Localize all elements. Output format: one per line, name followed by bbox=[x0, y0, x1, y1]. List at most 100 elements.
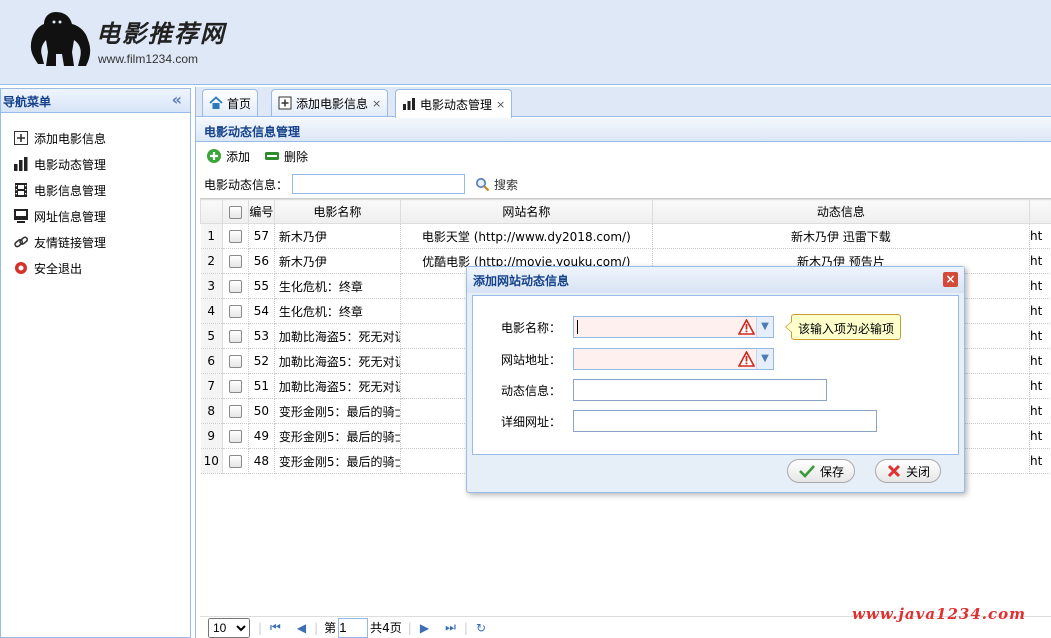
cell-url: ht bbox=[1029, 373, 1051, 399]
cell-id: 56 bbox=[248, 248, 275, 274]
row-select-cell bbox=[222, 223, 249, 249]
cell-id: 51 bbox=[248, 373, 275, 399]
page-size-select[interactable]: 10 bbox=[208, 617, 250, 638]
link-icon bbox=[14, 236, 29, 248]
cell-url: ht bbox=[1029, 348, 1051, 374]
nav-item-label: 电影信息管理 bbox=[34, 183, 107, 198]
nav-item-label: 友情链接管理 bbox=[34, 235, 107, 250]
nav-item-label: 添加电影信息 bbox=[34, 131, 107, 146]
warning-icon bbox=[738, 351, 755, 367]
gorilla-logo-icon bbox=[30, 12, 91, 66]
last-page-icon[interactable]: ⏭ bbox=[445, 620, 456, 635]
monitor-icon bbox=[14, 209, 28, 223]
save-button[interactable]: 保存 bbox=[787, 459, 856, 483]
nav-list: 添加电影信息 电影动态管理 电影信息管理 网址信息管理 友情链接管理 安全退出 bbox=[1, 113, 190, 281]
cell-movie: 新木乃伊 bbox=[274, 248, 401, 274]
prev-page-icon[interactable]: ◀ bbox=[297, 621, 306, 635]
row-checkbox[interactable] bbox=[228, 230, 242, 243]
add-dialog: 添加网站动态信息 × 电影名称： ▼ 该输入项为必输项 网站地址： ▼ 动态信息… bbox=[466, 266, 965, 493]
row-select-cell bbox=[222, 348, 249, 374]
page-number-input[interactable] bbox=[338, 617, 369, 638]
chevron-down-icon[interactable]: ▼ bbox=[756, 317, 773, 337]
table-row[interactable]: 1 57 新木乃伊 电影天堂 (http://www.dy2018.com/) 新木乃伊… bbox=[200, 223, 1051, 249]
search-input[interactable] bbox=[292, 174, 466, 194]
cell-movie: 生化危机：终章 bbox=[274, 273, 401, 299]
minus-icon bbox=[265, 152, 280, 160]
column-header[interactable]: 电影名称 bbox=[273, 199, 401, 224]
site-url-combo[interactable]: ▼ bbox=[573, 348, 774, 370]
row-checkbox[interactable] bbox=[228, 305, 242, 318]
first-page-icon[interactable]: ⏮ bbox=[270, 620, 281, 635]
dialog-title: 添加网站动态信息 bbox=[473, 274, 570, 288]
cell-id: 55 bbox=[248, 273, 275, 299]
row-checkbox[interactable] bbox=[228, 405, 242, 418]
nav-item-movie-news[interactable]: 电影动态管理 bbox=[1, 151, 190, 177]
column-header[interactable]: 动态信息 bbox=[651, 199, 1030, 224]
cell-id: 48 bbox=[248, 448, 275, 474]
collapse-icon[interactable]: « bbox=[172, 90, 182, 109]
delete-button[interactable]: 删除 bbox=[264, 148, 308, 165]
row-checkbox[interactable] bbox=[228, 430, 242, 443]
nav-item-friend-links[interactable]: 友情链接管理 bbox=[1, 229, 190, 255]
cell-movie: 生化危机：终章 bbox=[274, 298, 401, 324]
column-header[interactable]: 编号 bbox=[247, 199, 275, 224]
rownum-header bbox=[200, 199, 223, 224]
add-button[interactable]: 添加 bbox=[206, 148, 250, 165]
cell-info: 新木乃伊 迅雷下载 bbox=[652, 223, 1030, 249]
detail-url-label: 详细网址： bbox=[501, 414, 562, 429]
tab-close-icon[interactable]: × bbox=[372, 97, 381, 110]
cell-rn: 8 bbox=[200, 398, 223, 424]
add-label: 添加 bbox=[226, 149, 251, 164]
row-checkbox[interactable] bbox=[228, 255, 242, 268]
column-header[interactable]: 网站名称 bbox=[399, 199, 653, 224]
row-select-cell bbox=[222, 298, 249, 324]
close-icon[interactable]: × bbox=[943, 272, 958, 287]
cell-site: 电影天堂 (http://www.dy2018.com/) bbox=[400, 223, 653, 249]
movie-name-combo[interactable]: ▼ bbox=[573, 316, 774, 338]
row-checkbox[interactable] bbox=[228, 355, 242, 368]
nav-item-add-movie[interactable]: 添加电影信息 bbox=[1, 125, 190, 151]
news-info-input[interactable] bbox=[573, 379, 827, 401]
chevron-down-icon[interactable]: ▼ bbox=[756, 349, 773, 369]
row-checkbox[interactable] bbox=[228, 330, 242, 343]
cell-movie: 新木乃伊 bbox=[274, 223, 401, 249]
nav-item-label: 网址信息管理 bbox=[34, 209, 107, 224]
row-select-cell bbox=[222, 373, 249, 399]
column-header[interactable] bbox=[1028, 199, 1051, 224]
detail-url-input[interactable] bbox=[573, 410, 877, 432]
nav-header: 导航菜单 « bbox=[1, 89, 190, 113]
tab-close-icon[interactable]: × bbox=[496, 98, 505, 111]
tab-home[interactable]: 首页 bbox=[202, 89, 259, 116]
cell-url: ht bbox=[1029, 323, 1051, 349]
nav-item-url-info[interactable]: 网址信息管理 bbox=[1, 203, 190, 229]
row-checkbox[interactable] bbox=[228, 380, 242, 393]
news-info-label: 动态信息： bbox=[501, 383, 562, 398]
nav-item-label: 安全退出 bbox=[34, 261, 83, 276]
nav-item-logout[interactable]: 安全退出 bbox=[1, 255, 190, 281]
bar-chart-icon bbox=[14, 157, 28, 171]
select-all-checkbox[interactable] bbox=[228, 205, 242, 219]
warning-icon bbox=[738, 319, 755, 335]
row-checkbox[interactable] bbox=[228, 280, 242, 293]
site-url-row: 网站地址： ▼ bbox=[501, 348, 774, 370]
cell-id: 53 bbox=[248, 323, 275, 349]
plus-icon bbox=[207, 149, 221, 163]
cell-movie: 加勒比海盗5：死无对证 bbox=[274, 373, 401, 399]
cancel-icon bbox=[887, 464, 901, 478]
cell-id: 50 bbox=[248, 398, 275, 424]
cell-url: ht bbox=[1029, 273, 1051, 299]
nav-item-label: 电影动态管理 bbox=[34, 157, 107, 172]
row-checkbox[interactable] bbox=[228, 455, 242, 468]
tab-bar: 首页 添加电影信息 × 电影动态管理 × bbox=[196, 87, 1051, 118]
home-icon bbox=[209, 96, 223, 109]
check-icon bbox=[799, 465, 815, 478]
next-page-icon[interactable]: ▶ bbox=[420, 621, 429, 635]
refresh-icon[interactable]: ↻ bbox=[476, 621, 486, 635]
tab-movie-news[interactable]: 电影动态管理 × bbox=[395, 89, 513, 118]
nav-item-movie-info[interactable]: 电影信息管理 bbox=[1, 177, 190, 203]
dialog-close-button[interactable]: 关闭 bbox=[875, 459, 942, 483]
news-info-row: 动态信息： bbox=[501, 379, 827, 401]
table-header-row: 编号 电影名称 网站名称 动态信息 bbox=[200, 199, 1051, 224]
tab-add-movie[interactable]: 添加电影信息 × bbox=[271, 89, 389, 116]
search-button[interactable]: 搜索 bbox=[475, 176, 518, 193]
